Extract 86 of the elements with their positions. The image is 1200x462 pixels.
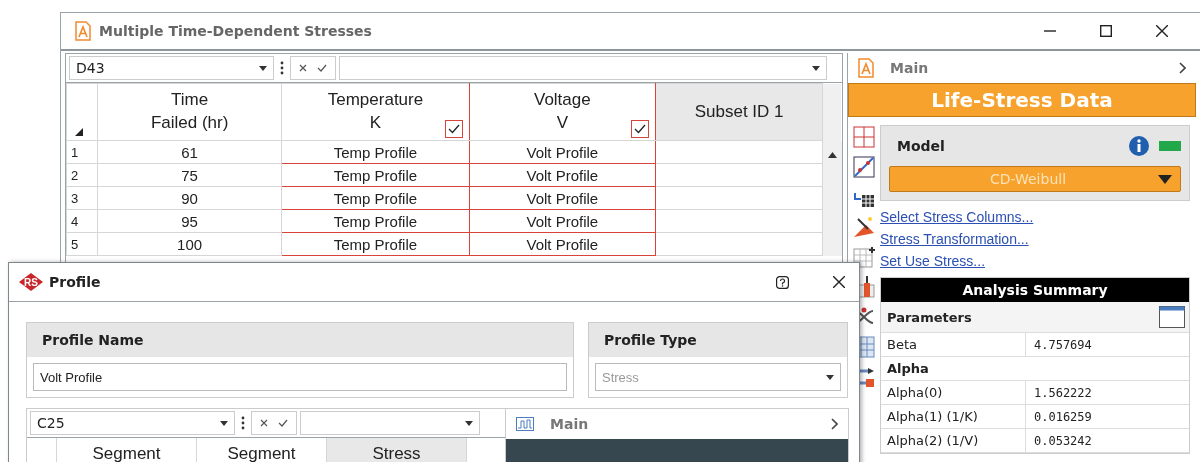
column-header[interactable]: Time Failed (hr): [97, 83, 282, 141]
checkbox[interactable]: [444, 120, 463, 138]
table-cell: 90: [97, 186, 282, 210]
parameter-value: 0.016259: [1033, 409, 1092, 424]
row-number: 4: [66, 209, 98, 233]
row-number: 2: [66, 163, 98, 187]
link[interactable]: Stress Transformation...: [880, 231, 1190, 247]
group-label: Profile Name: [42, 332, 144, 348]
table-cell: Volt Profile: [469, 232, 656, 256]
table-cell: 61: [97, 140, 282, 164]
column-header[interactable]: Segment: [57, 438, 197, 462]
row-number: 5: [66, 232, 98, 256]
wand-icon[interactable]: [852, 215, 876, 239]
summary-title: Analysis Summary: [881, 278, 1189, 302]
scatter-plot-icon[interactable]: [852, 155, 876, 179]
checkbox[interactable]: [631, 120, 650, 138]
table-cell: 100: [97, 232, 282, 256]
table-cell: Temp Profile: [281, 186, 469, 210]
table-cell: 75: [97, 163, 282, 187]
column-header[interactable]: Voltage V: [469, 83, 656, 141]
caret-icon: [465, 420, 473, 426]
table-cell: Temp Profile: [281, 140, 469, 164]
parameter-value: 4.757694: [1033, 337, 1092, 352]
panel-title: Main: [550, 416, 590, 432]
cancel-icon[interactable]: [260, 419, 268, 427]
parameter-name: Alpha(2) (1/V): [887, 433, 979, 448]
cell-reference-field[interactable]: C25: [30, 411, 235, 435]
section-banner: Life-Stress Data: [848, 83, 1196, 117]
table-cell: Volt Profile: [469, 140, 656, 164]
parameter-name: Beta: [887, 337, 917, 352]
input-field[interactable]: Volt Profile: [33, 363, 567, 391]
document-icon: [858, 58, 874, 78]
window-title: Multiple Time-Dependent Stresses: [99, 23, 373, 39]
dropdown-arrow-icon: [1158, 174, 1172, 184]
close-icon[interactable]: [1156, 25, 1168, 37]
table-cell: Volt Profile: [469, 163, 656, 187]
cancel-icon[interactable]: [299, 64, 307, 72]
caret-icon: [826, 374, 834, 380]
dialog-title: Profile: [49, 274, 102, 290]
document-icon: [75, 21, 91, 41]
row-number: 3: [66, 186, 98, 210]
more-icon[interactable]: [280, 61, 284, 75]
table-cell: 95: [97, 209, 282, 233]
table-cell: Volt Profile: [469, 186, 656, 210]
group-label: Profile Type: [604, 332, 697, 348]
caret-icon: [259, 65, 267, 71]
table-cell: Volt Profile: [469, 209, 656, 233]
more-icon[interactable]: [241, 416, 245, 430]
formula-field[interactable]: [300, 411, 480, 435]
column-header[interactable]: Stress: [327, 438, 467, 462]
scroll-up-icon[interactable]: [827, 151, 837, 158]
cell-reference-field[interactable]: D43: [69, 56, 274, 80]
model-label: Model: [896, 138, 946, 154]
row-number: 1: [66, 140, 98, 164]
info-icon[interactable]: [1129, 136, 1149, 156]
check-icon[interactable]: [317, 64, 327, 72]
parameter-name: Alpha(0): [887, 385, 943, 400]
window-icon[interactable]: [1159, 306, 1185, 328]
panel-title: Main: [890, 60, 930, 76]
parameter-name: Alpha(1) (1/K): [887, 409, 978, 424]
table-cell: Temp Profile: [281, 163, 469, 187]
column-header[interactable]: Subset ID 1: [655, 83, 823, 141]
parameter-value: 0.053242: [1033, 433, 1092, 448]
status-indicator-icon: [1159, 141, 1181, 151]
chart-icon: [516, 417, 534, 431]
table-cell: Temp Profile: [281, 209, 469, 233]
table-add-icon[interactable]: [852, 245, 876, 269]
corner-icon[interactable]: [75, 128, 83, 136]
parameter-value: 1.562222: [1033, 385, 1092, 400]
section-label: Parameters: [887, 309, 973, 325]
close-icon[interactable]: [833, 276, 845, 288]
link[interactable]: Set Use Stress...: [880, 253, 1190, 269]
maximize-icon[interactable]: [1100, 25, 1112, 37]
caret-icon: [812, 65, 820, 71]
chevron-icon[interactable]: [1178, 62, 1186, 74]
grid-icon[interactable]: [852, 125, 876, 149]
formula-field[interactable]: [339, 56, 827, 80]
section-label: Alpha: [887, 361, 930, 376]
table-cell: Temp Profile: [281, 232, 469, 256]
column-header[interactable]: Temperature K: [281, 83, 469, 141]
logo: RS: [19, 273, 43, 291]
chevron-icon[interactable]: [830, 418, 838, 430]
link[interactable]: Select Stress Columns...: [880, 209, 1190, 225]
caret-icon: [220, 420, 228, 426]
help-icon[interactable]: [776, 275, 789, 289]
check-icon[interactable]: [278, 419, 288, 427]
